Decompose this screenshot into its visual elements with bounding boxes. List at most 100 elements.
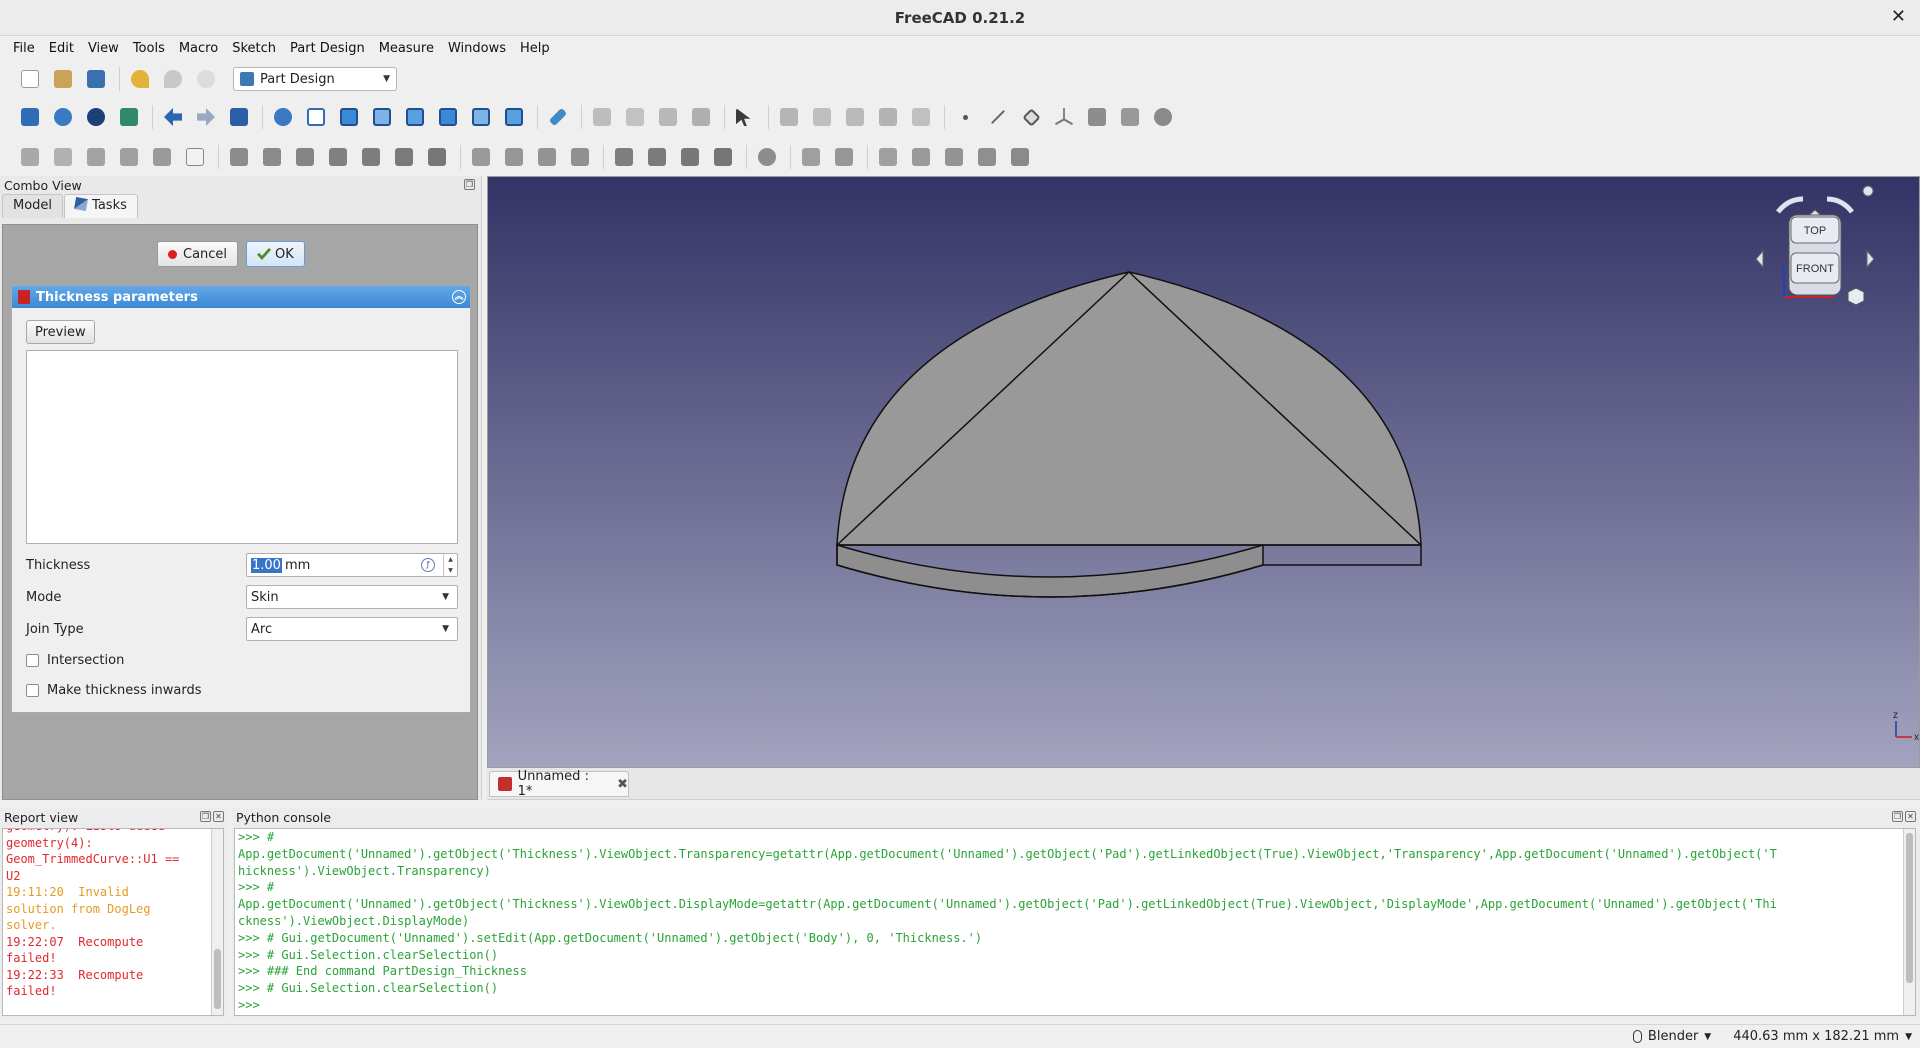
menu-tools[interactable]: Tools <box>126 41 172 56</box>
mirrored-icon[interactable] <box>469 145 493 169</box>
mode-select[interactable]: Skin ▼ <box>246 585 458 609</box>
create-part-icon[interactable] <box>590 105 614 129</box>
units-chevron-icon[interactable]: ▼ <box>1905 1032 1912 1042</box>
polar-pattern-icon[interactable] <box>535 145 559 169</box>
report-scrollbar-thumb[interactable] <box>214 949 221 1009</box>
new-document-icon[interactable] <box>18 67 42 91</box>
menu-edit[interactable]: Edit <box>42 41 81 56</box>
menu-help[interactable]: Help <box>513 41 557 56</box>
create-sketch-icon[interactable] <box>810 105 834 129</box>
menu-macro[interactable]: Macro <box>172 41 225 56</box>
nav-rotate-left-icon[interactable] <box>1776 196 1804 214</box>
pad-icon[interactable] <box>18 145 42 169</box>
create-group-icon[interactable] <box>623 105 647 129</box>
link-actions-icon[interactable] <box>689 105 713 129</box>
whats-this-icon[interactable] <box>733 105 757 129</box>
sketch-parameters-icon[interactable] <box>909 145 933 169</box>
boolean-icon[interactable] <box>755 145 779 169</box>
nav-view-menu-cube-icon[interactable] <box>1847 287 1865 306</box>
revolution-icon[interactable] <box>51 145 75 169</box>
document-tab[interactable]: Unnamed : 1* ✖ <box>489 769 629 799</box>
left-view-icon[interactable] <box>502 105 526 129</box>
bounding-box-icon[interactable] <box>117 105 141 129</box>
draw-style-icon[interactable] <box>84 105 108 129</box>
tab-tasks[interactable]: Tasks <box>64 194 138 218</box>
console-scrollbar[interactable] <box>1903 829 1915 1015</box>
forward-arrow-icon[interactable] <box>194 105 218 129</box>
close-icon[interactable]: ✕ <box>1891 6 1906 27</box>
datum-line-icon[interactable] <box>986 105 1010 129</box>
bottom-view-icon[interactable] <box>469 105 493 129</box>
join-type-select[interactable]: Arc ▼ <box>246 617 458 641</box>
thickness-input[interactable]: 1.00 mm ƒ ▲ ▼ <box>246 553 458 577</box>
redo-icon[interactable] <box>161 67 185 91</box>
back-arrow-icon[interactable] <box>161 105 185 129</box>
validate-sketch-icon[interactable] <box>876 105 900 129</box>
chamfer-icon[interactable] <box>645 145 669 169</box>
navigation-style-selector[interactable]: Blender ▼ <box>1632 1029 1711 1044</box>
datum-point-icon[interactable] <box>953 105 977 129</box>
collapse-icon[interactable]: ︽ <box>452 290 466 304</box>
expression-icon[interactable]: ƒ <box>421 558 435 572</box>
menu-windows[interactable]: Windows <box>441 41 513 56</box>
faces-list[interactable] <box>26 350 458 544</box>
cancel-button[interactable]: Cancel <box>157 241 239 267</box>
involute-gear-icon[interactable] <box>832 145 856 169</box>
zoom-icon[interactable] <box>271 105 295 129</box>
console-text[interactable]: >>> # App.getDocument('Unnamed').getObjec… <box>234 828 1916 1016</box>
undo-icon[interactable] <box>128 67 152 91</box>
measure-distance-icon[interactable] <box>546 105 570 129</box>
make-link-icon[interactable] <box>656 105 680 129</box>
datum-plane-icon[interactable] <box>1019 105 1043 129</box>
ok-button[interactable]: OK <box>246 241 305 267</box>
menu-view[interactable]: View <box>81 41 126 56</box>
3d-viewport[interactable]: TOP FRONT z x <box>487 176 1920 768</box>
report-scrollbar[interactable] <box>211 829 223 1015</box>
menu-part-design[interactable]: Part Design <box>283 41 372 56</box>
float-panel-icon[interactable]: ❐ <box>200 811 211 822</box>
save-document-icon[interactable] <box>84 67 108 91</box>
nav-right-arrow-icon[interactable] <box>1866 249 1875 269</box>
additive-pipe-icon[interactable] <box>117 145 141 169</box>
subtractive-primitive-icon[interactable] <box>425 145 449 169</box>
isometric-view-icon[interactable] <box>304 105 328 129</box>
inwards-checkbox-row[interactable]: Make thickness inwards <box>26 680 202 700</box>
fit-all-icon[interactable] <box>18 105 42 129</box>
float-panel-icon[interactable]: ❐ <box>1892 811 1903 822</box>
subshape-binder-icon[interactable] <box>1118 105 1142 129</box>
subtractive-helix-icon[interactable] <box>392 145 416 169</box>
sync-view-icon[interactable] <box>227 105 251 129</box>
sketch-reorient-icon[interactable] <box>1008 145 1032 169</box>
workbench-selector[interactable]: Part Design ▼ <box>233 67 397 91</box>
float-panel-icon[interactable]: ❐ <box>464 179 475 190</box>
menu-measure[interactable]: Measure <box>372 41 441 56</box>
nav-rotate-right-icon[interactable] <box>1826 196 1854 214</box>
check-geometry-icon[interactable] <box>876 145 900 169</box>
menu-sketch[interactable]: Sketch <box>225 41 283 56</box>
additive-loft-icon[interactable] <box>84 145 108 169</box>
subtractive-pipe-icon[interactable] <box>359 145 383 169</box>
close-tab-icon[interactable]: ✖ <box>617 777 628 792</box>
right-view-icon[interactable] <box>403 105 427 129</box>
panel-header[interactable]: Thickness parameters ︽ <box>12 286 470 308</box>
nav-menu-icon[interactable] <box>1862 185 1874 197</box>
linear-pattern-icon[interactable] <box>502 145 526 169</box>
open-document-icon[interactable] <box>51 67 75 91</box>
top-view-icon[interactable] <box>370 105 394 129</box>
console-scrollbar-thumb[interactable] <box>1906 833 1913 983</box>
navigation-cube[interactable]: TOP FRONT <box>1755 185 1875 306</box>
shape-inspect-icon[interactable] <box>975 145 999 169</box>
multi-transform-icon[interactable] <box>568 145 592 169</box>
intersection-checkbox[interactable] <box>26 653 39 667</box>
subtractive-loft-icon[interactable] <box>326 145 350 169</box>
close-panel-icon[interactable]: ✕ <box>213 811 224 822</box>
fit-selection-icon[interactable] <box>51 105 75 129</box>
pocket-icon[interactable] <box>227 145 251 169</box>
groove-icon[interactable] <box>293 145 317 169</box>
menu-file[interactable]: File <box>6 41 42 56</box>
additive-primitive-icon[interactable] <box>183 145 207 169</box>
preview-button[interactable]: Preview <box>26 320 95 344</box>
create-body-icon[interactable] <box>777 105 801 129</box>
refresh-icon[interactable] <box>194 67 218 91</box>
thickness-solid[interactable] <box>836 271 1422 598</box>
